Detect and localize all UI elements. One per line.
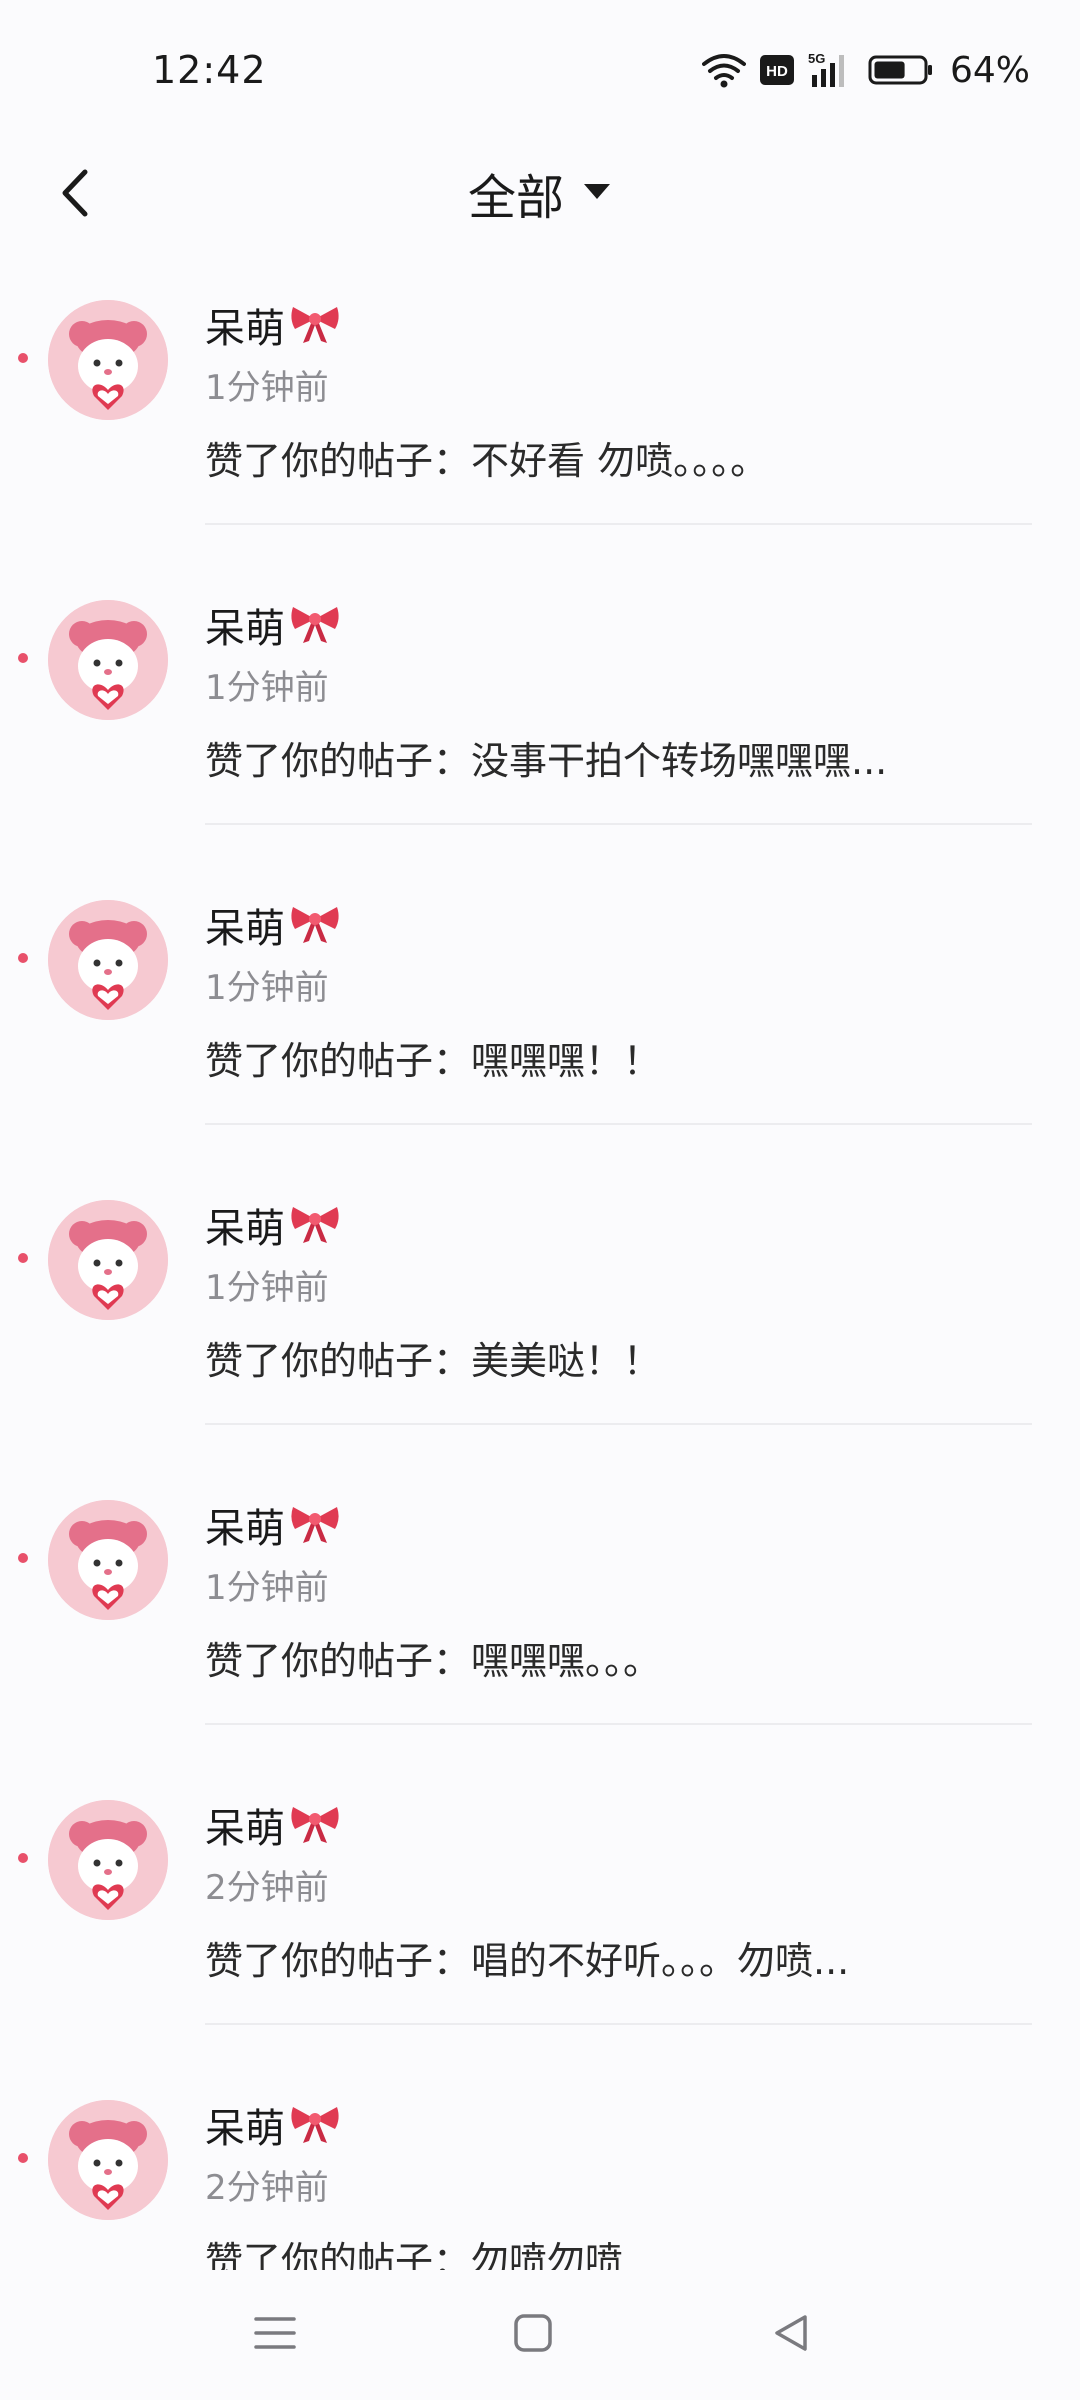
avatar[interactable] [48, 1200, 168, 1320]
unread-dot [18, 953, 28, 963]
notification-time: 2分钟前 [205, 1868, 329, 1908]
notification-item[interactable]: 呆萌 1分钟前赞了你的帖子：没事干拍个转场嘿嘿嘿... [0, 590, 1080, 890]
user-name[interactable]: 呆萌 [205, 896, 285, 954]
page-title: 全部 [467, 170, 564, 226]
unread-dot [18, 1853, 28, 1863]
user-name[interactable]: 呆萌 [205, 1196, 285, 1254]
bow-icon [289, 301, 341, 349]
unread-dot [18, 1553, 28, 1563]
nav-back-button[interactable] [756, 2300, 826, 2370]
user-name[interactable]: 呆萌 [205, 596, 285, 654]
avatar[interactable] [48, 2100, 168, 2220]
notification-message: 赞了你的帖子：不好看 勿喷。。。。 [205, 439, 769, 483]
unread-dot [18, 1253, 28, 1263]
notification-time: 2分钟前 [205, 2168, 329, 2208]
divider [205, 1123, 1032, 1125]
notification-message: 赞了你的帖子：唱的不好听。。。勿喷... [205, 1939, 850, 1983]
bow-icon [289, 601, 341, 649]
home-square-icon [513, 2313, 553, 2357]
divider [205, 1423, 1032, 1425]
nav-menu-button[interactable] [240, 2300, 310, 2370]
status-bar: 12:42 HD 5G 64% [0, 0, 1080, 130]
name-row: 呆萌 [205, 896, 341, 954]
bow-icon [289, 1201, 341, 1249]
notification-message: 赞了你的帖子：没事干拍个转场嘿嘿嘿... [205, 739, 888, 783]
notification-list: 呆萌 1分钟前 赞了你的帖子：不好看 勿喷。。。。 呆萌 1分钟前 赞了你的帖子：没事干拍… [0, 290, 1080, 2280]
name-row: 呆萌 [205, 1196, 341, 1254]
notification-time: 1分钟前 [205, 1268, 329, 1308]
user-name[interactable]: 呆萌 [205, 1496, 285, 1554]
unread-dot [18, 2153, 28, 2163]
user-name[interactable]: 呆萌 [205, 1796, 285, 1854]
battery-percent: 64% [949, 49, 1030, 91]
system-nav-bar [0, 2270, 1080, 2400]
unread-dot [18, 353, 28, 363]
divider [205, 1723, 1032, 1725]
name-row: 呆萌 [205, 296, 341, 354]
caret-down-icon [582, 181, 612, 205]
back-triangle-icon [771, 2313, 811, 2357]
notification-time: 1分钟前 [205, 668, 329, 708]
wifi-icon [701, 52, 746, 88]
notification-item[interactable]: 呆萌 1分钟前赞了你的帖子：不好看 勿喷。。。。 [0, 290, 1080, 590]
name-row: 呆萌 [205, 2096, 341, 2154]
divider [205, 823, 1032, 825]
avatar[interactable] [48, 300, 168, 420]
avatar[interactable] [48, 1800, 168, 1920]
battery-icon [868, 54, 934, 86]
header: 全部 [0, 130, 1080, 250]
divider [205, 2023, 1032, 2025]
user-name[interactable]: 呆萌 [205, 296, 285, 354]
cellular-signal-icon: 5G [808, 51, 854, 89]
divider [205, 523, 1032, 525]
notification-item[interactable]: 呆萌 2分钟前 赞了你的帖子：勿喷勿喷 [0, 2090, 1080, 2280]
bow-icon [289, 901, 341, 949]
hd-badge-label: HD [766, 63, 788, 80]
avatar[interactable] [48, 600, 168, 720]
notification-time: 1分钟前 [205, 968, 329, 1008]
notification-message: 赞了你的帖子：嘿嘿嘿。。。 [205, 1639, 662, 1683]
cell-label: 5G [808, 51, 825, 66]
status-time: 12:42 [152, 48, 267, 92]
notification-item[interactable]: 呆萌 1分钟前赞了你的帖子：嘿嘿嘿。。。 [0, 1490, 1080, 1790]
bow-icon [289, 1801, 341, 1849]
notification-item[interactable]: 呆萌 1分钟前赞了你的帖子：美美哒！！ [0, 1190, 1080, 1490]
hd-badge-icon: HD [759, 55, 794, 85]
name-row: 呆萌 [205, 1796, 341, 1854]
status-icons: HD 5G 64% [701, 48, 1030, 92]
avatar[interactable] [48, 1500, 168, 1620]
notification-time: 1分钟前 [205, 1568, 329, 1608]
name-row: 呆萌 [205, 596, 341, 654]
notification-message: 赞了你的帖子：嘿嘿嘿！！ [205, 1039, 662, 1083]
menu-icon [254, 2313, 296, 2357]
name-row: 呆萌 [205, 1496, 341, 1554]
user-name[interactable]: 呆萌 [205, 2096, 285, 2154]
notification-time: 1分钟前 [205, 368, 329, 408]
notification-item[interactable]: 呆萌 1分钟前赞了你的帖子：嘿嘿嘿！！ [0, 890, 1080, 1190]
unread-dot [18, 653, 28, 663]
notification-message: 赞了你的帖子：美美哒！！ [205, 1339, 662, 1383]
avatar[interactable] [48, 900, 168, 1020]
bow-icon [289, 1501, 341, 1549]
filter-dropdown[interactable]: 全部 [0, 158, 1080, 228]
bow-icon [289, 2101, 341, 2149]
notification-item[interactable]: 呆萌 2分钟前赞了你的帖子：唱的不好听。。。勿喷... [0, 1790, 1080, 2090]
nav-home-button[interactable] [498, 2300, 568, 2370]
